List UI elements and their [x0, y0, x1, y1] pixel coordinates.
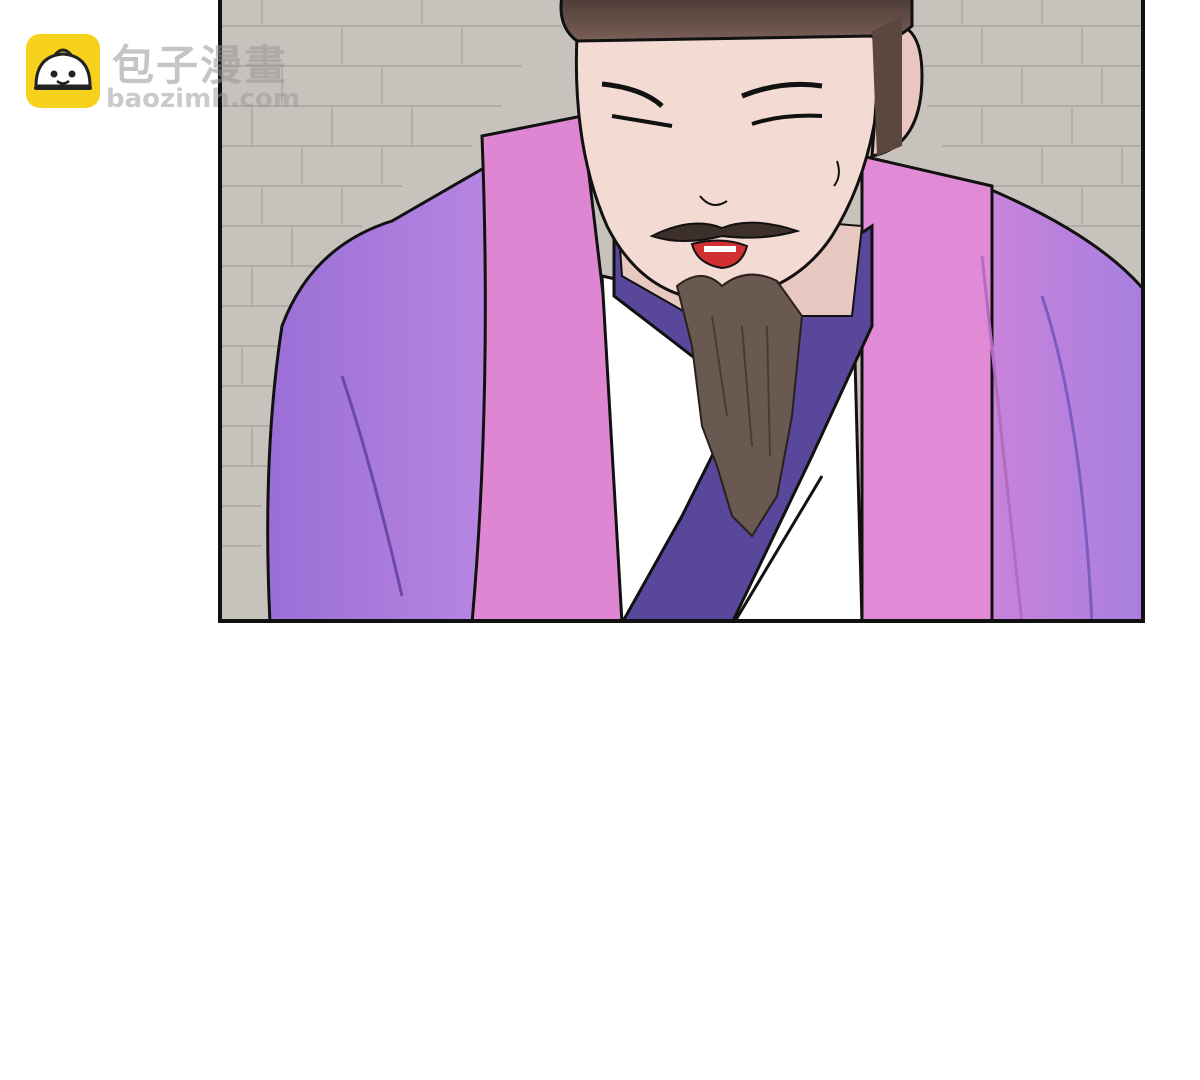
- bun-logo-icon: [26, 34, 100, 108]
- watermark: 包子漫畫 baozimh.com: [26, 34, 326, 118]
- watermark-url: baozimh.com: [106, 84, 300, 114]
- comic-panel: [218, 0, 1145, 623]
- panel-illustration: [222, 0, 1141, 619]
- page: 包子漫畫 baozimh.com: [0, 0, 1200, 1080]
